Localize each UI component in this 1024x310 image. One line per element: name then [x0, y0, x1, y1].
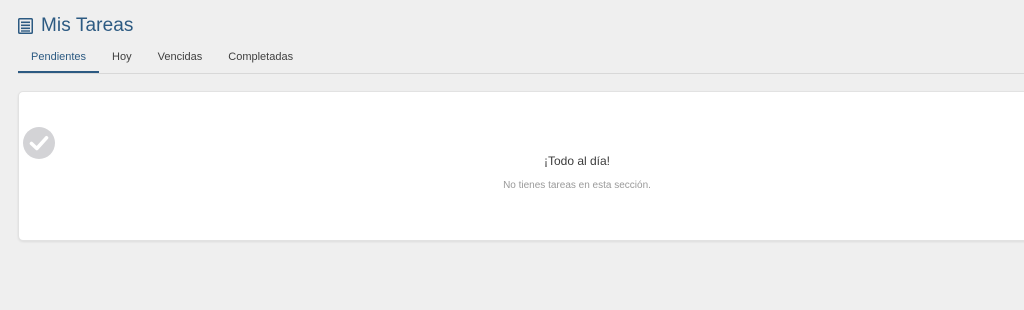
tab-completadas[interactable]: Completadas [215, 44, 306, 73]
page-header: Mis Tareas [18, 15, 134, 37]
empty-state-title: ¡Todo al día! [543, 154, 611, 168]
tab-hoy[interactable]: Hoy [99, 44, 145, 73]
page-title: Mis Tareas [41, 15, 134, 36]
tab-pendientes[interactable]: Pendientes [18, 44, 100, 73]
tab-vencidas[interactable]: Vencidas [145, 44, 216, 73]
tab-bar: Pendientes Hoy Vencidas Completadas [18, 44, 1024, 74]
task-list-icon [18, 18, 33, 34]
empty-state-message: No tienes tareas en esta sección. [503, 180, 651, 191]
tasks-page: Mis Tareas Pendientes Hoy Vencidas Compl… [0, 0, 1024, 310]
empty-state-card: ¡Todo al día! No tienes tareas en esta s… [18, 91, 1024, 241]
